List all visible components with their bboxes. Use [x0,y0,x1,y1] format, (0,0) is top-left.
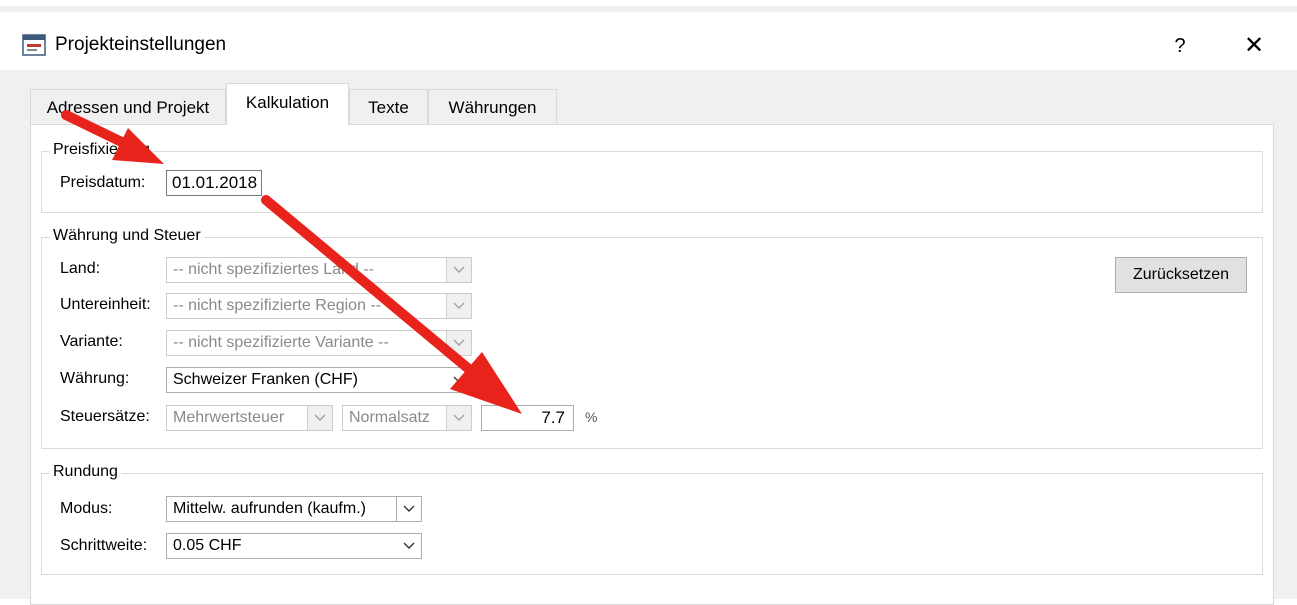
tax-rate-type-select[interactable]: Normalsatz [342,405,472,431]
group-title-currency-tax: Währung und Steuer [50,227,204,245]
variant-select-value: -- nicht spezifizierte Variante -- [173,334,389,351]
variant-select[interactable]: -- nicht spezifizierte Variante -- [166,330,472,356]
app-icon [22,34,46,56]
close-button[interactable]: ✕ [1234,28,1274,64]
chevron-down-icon [446,368,471,392]
help-button[interactable]: ? [1160,28,1200,64]
tab-adressen-und-projekt[interactable]: Adressen und Projekt [30,89,226,124]
subunit-select[interactable]: -- nicht spezifizierte Region -- [166,293,472,319]
variant-label: Variante: [60,333,123,350]
chevron-down-icon [307,406,332,430]
window-title: Projekteinstellungen [55,34,227,55]
country-label: Land: [60,260,101,277]
rounding-mode-select[interactable]: Mittelw. aufrunden (kaufm.) [166,496,422,522]
tax-rate-type-select-value: Normalsatz [349,409,430,426]
currency-label: Währung: [60,370,130,387]
reset-button[interactable]: Zurücksetzen [1115,257,1247,293]
chevron-down-icon [446,331,471,355]
step-label: Schrittweite: [60,537,148,554]
currency-select-value: Schweizer Franken (CHF) [173,371,358,388]
tab-panel-kalkulation: Preisfixierung Preisdatum: 01.01.2018 Wä… [30,124,1274,605]
rounding-mode-select-value: Mittelw. aufrunden (kaufm.) [173,500,366,517]
group-price-fixing: Preisfixierung Preisdatum: 01.01.2018 [41,141,1263,213]
group-currency-tax: Währung und Steuer Land: -- nicht spezif… [41,227,1263,449]
step-select-value: 0.05 CHF [173,537,242,554]
dialog-window: Projekteinstellungen ? ✕ Adressen und Pr… [0,0,1297,605]
tax-rate-input[interactable]: 7.7 [481,405,574,431]
currency-select[interactable]: Schweizer Franken (CHF) [166,367,472,393]
title-bar: Projekteinstellungen ? ✕ [0,12,1297,70]
country-select[interactable]: -- nicht spezifiziertes Land -- [166,257,472,283]
tab-texte[interactable]: Texte [349,89,428,124]
group-title-price-fixing: Preisfixierung [50,141,153,159]
subunit-label: Untereinheit: [60,296,151,313]
group-title-rounding: Rundung [50,463,121,481]
tax-rate-unit: % [585,409,598,425]
subunit-select-value: -- nicht spezifizierte Region -- [173,297,382,314]
chevron-down-icon [396,497,421,521]
chevron-down-icon [446,294,471,318]
tax-rates-label: Steuersätze: [60,408,150,425]
step-select[interactable]: 0.05 CHF [166,533,422,559]
country-select-value: -- nicht spezifiziertes Land -- [173,261,374,278]
tab-kalkulation[interactable]: Kalkulation [226,83,349,125]
price-date-label: Preisdatum: [60,174,146,191]
price-date-input[interactable]: 01.01.2018 [166,170,262,196]
tax-type-select-value: Mehrwertsteuer [173,409,285,426]
rounding-mode-label: Modus: [60,500,113,517]
tab-waehrungen[interactable]: Währungen [428,89,557,124]
chevron-down-icon [446,406,471,430]
chevron-down-icon [396,534,421,558]
chevron-down-icon [446,258,471,282]
tax-type-select[interactable]: Mehrwertsteuer [166,405,333,431]
group-rounding: Rundung Modus: Mittelw. aufrunden (kaufm… [41,463,1263,575]
